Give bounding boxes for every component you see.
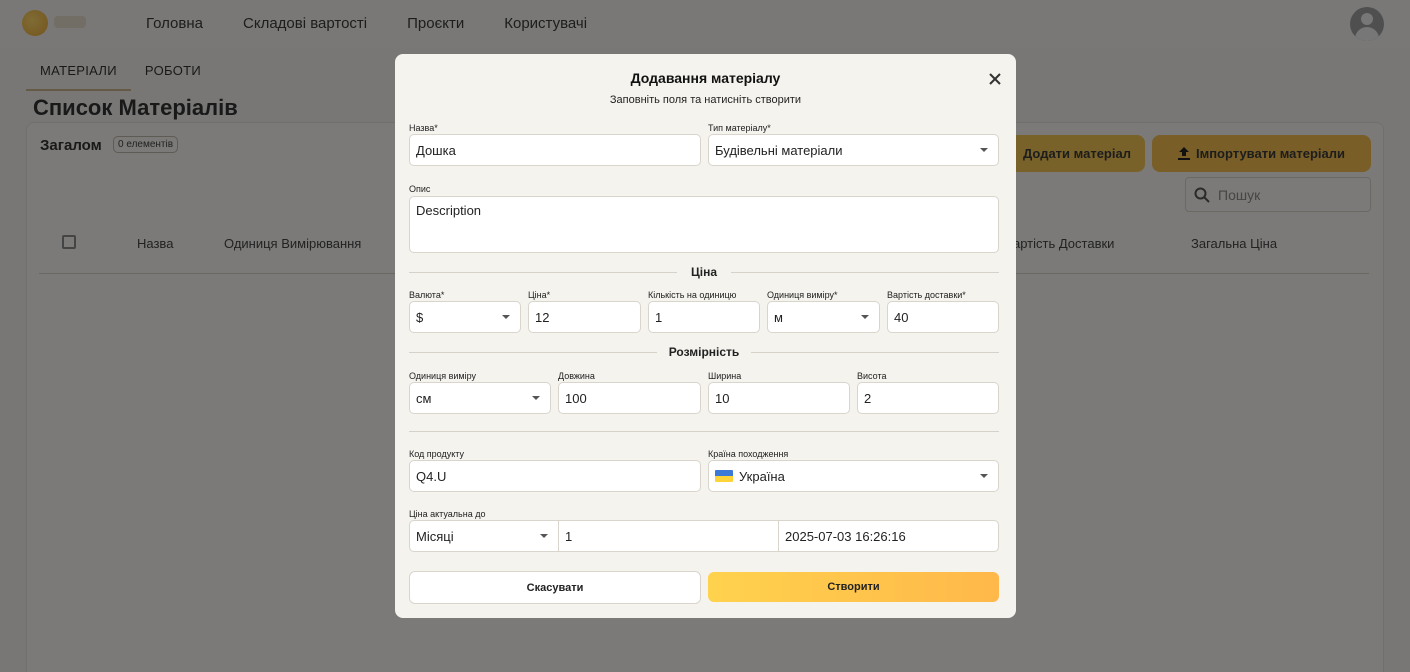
price-valid-until-label: Ціна актуальна до [409,509,486,519]
product-code-label: Код продукту [409,449,465,459]
delivery-cost-input[interactable] [894,309,998,325]
period-count-input[interactable] [565,528,778,544]
period-count-field[interactable] [558,520,779,552]
height-field[interactable] [857,382,999,414]
name-field[interactable] [409,134,701,166]
chevron-down-icon [980,474,988,478]
length-label: Довжина [558,371,595,381]
length-input[interactable] [565,390,700,406]
product-code-field[interactable] [409,460,701,492]
delivery-cost-label: Вартість доставки* [887,290,966,300]
unit-label: Одиниця виміру* [767,290,838,300]
create-button-label: Створити [827,581,880,593]
ukraine-flag-icon [715,470,733,482]
chevron-down-icon [532,396,540,400]
price-input[interactable] [535,309,640,325]
chevron-down-icon [861,315,869,319]
qty-per-unit-input[interactable] [655,309,759,325]
add-material-modal: Додавання матеріалу Заповніть поля та на… [395,54,1016,618]
height-label: Висота [857,371,887,381]
unit-select[interactable]: м [767,301,880,333]
currency-value: $ [416,309,424,325]
name-label: Назва* [409,123,438,133]
valid-date-input[interactable] [785,528,998,544]
period-select[interactable]: Місяці [409,520,559,552]
create-button[interactable]: Створити [708,572,999,602]
price-section-header: Ціна [409,265,999,279]
chevron-down-icon [502,315,510,319]
height-input[interactable] [864,390,998,406]
period-value: Місяці [416,528,454,544]
qty-per-unit-field[interactable] [648,301,760,333]
material-type-value: Будівельні матеріали [715,142,843,158]
material-type-select[interactable]: Будівельні матеріали [708,134,999,166]
divider [409,431,999,432]
product-code-input[interactable] [416,468,700,484]
dim-unit-label: Одиниця виміру [409,371,477,381]
unit-value: м [774,309,783,325]
width-label: Ширина [708,371,742,381]
price-section-title: Ціна [690,265,718,279]
country-select[interactable]: Україна [708,460,999,492]
country-value: Україна [739,468,785,484]
width-input[interactable] [715,390,849,406]
country-label: Країна походження [708,449,789,459]
material-type-label: Тип матеріалу* [708,123,771,133]
dim-unit-select[interactable]: см [409,382,551,414]
modal-title: Додавання матеріалу [630,70,781,86]
name-input[interactable] [416,142,700,158]
cancel-button-label: Скасувати [526,581,584,594]
price-label: Ціна* [528,290,551,300]
chevron-down-icon [540,534,548,538]
currency-label: Валюта* [409,290,445,300]
modal-subtitle: Заповніть поля та натисніть створити [609,94,802,106]
delivery-cost-field[interactable] [887,301,999,333]
length-field[interactable] [558,382,701,414]
dimensions-section-header: Розмірність [409,345,999,359]
qty-per-unit-label: Кількість на одиницю [648,290,737,300]
chevron-down-icon [980,148,988,152]
dimensions-section-title: Розмірність [668,345,740,359]
description-textarea[interactable]: Description [409,196,999,253]
description-label: Опис [409,184,431,194]
price-field[interactable] [528,301,641,333]
width-field[interactable] [708,382,850,414]
currency-select[interactable]: $ [409,301,521,333]
cancel-button[interactable]: Скасувати [409,571,701,604]
close-icon[interactable] [986,70,1004,88]
dim-unit-value: см [416,390,432,406]
valid-date-field[interactable] [778,520,999,552]
